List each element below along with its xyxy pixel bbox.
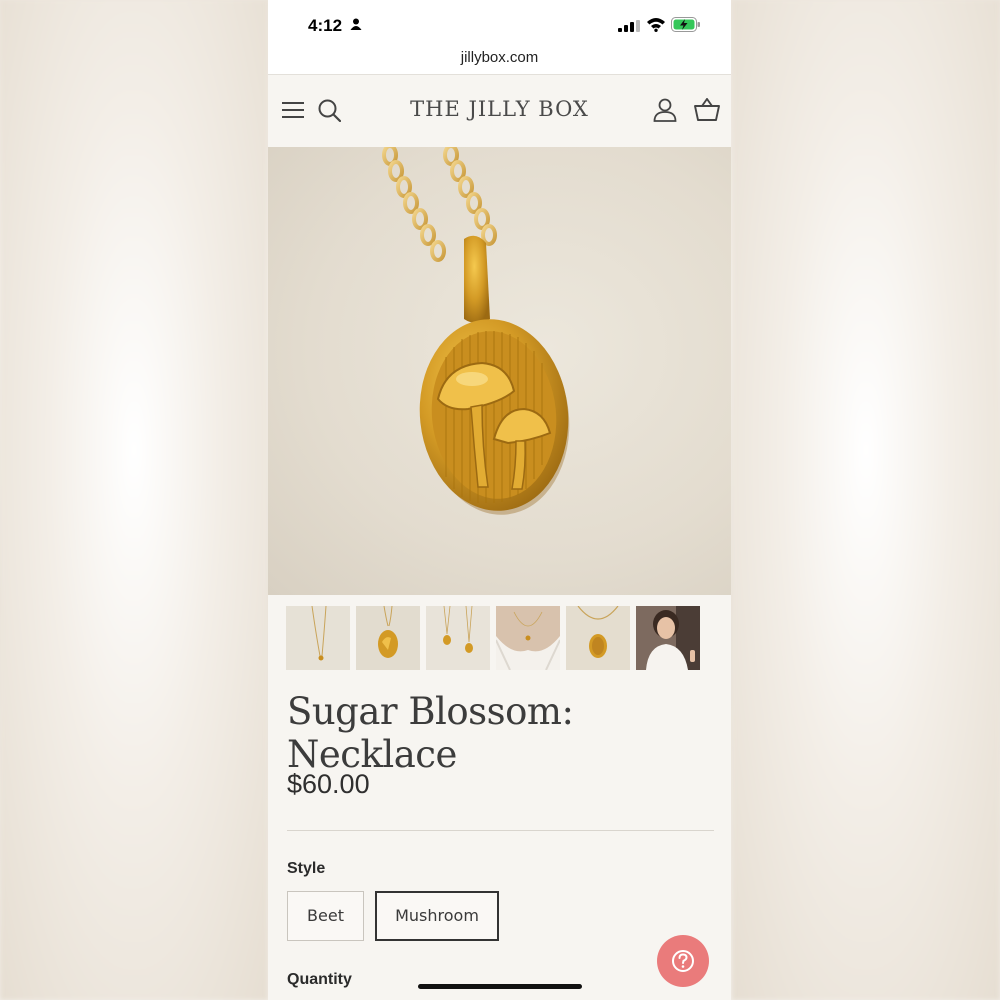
style-label: Style	[287, 860, 326, 877]
signal-icon	[618, 20, 640, 32]
blurred-backdrop-right	[732, 0, 1000, 1000]
thumb-model-portrait	[636, 606, 700, 670]
site-header: THE JILLY BOX	[268, 75, 731, 147]
thumb-long-chain	[286, 606, 350, 670]
question-icon	[672, 950, 694, 972]
status-bar: 4:12	[268, 0, 731, 44]
thumb-worn-on-model	[496, 606, 560, 670]
thumbnail-3[interactable]	[426, 606, 490, 670]
status-time: 4:12	[308, 16, 343, 35]
phone-screen: 4:12 jillybox.com THE JILLY BOX Sugar Bl…	[268, 0, 731, 1000]
style-option-mushroom[interactable]: Mushroom	[375, 891, 499, 941]
quantity-label: Quantity	[287, 971, 352, 988]
thumbnail-1[interactable]	[286, 606, 350, 670]
product-price: $60.00	[287, 769, 370, 799]
product-main-image[interactable]	[268, 144, 731, 595]
help-button[interactable]	[657, 935, 709, 987]
cart-icon[interactable]	[694, 98, 720, 122]
thumbnail-4[interactable]	[496, 606, 560, 670]
pendant-photo	[382, 144, 570, 515]
style-option-beet[interactable]: Beet	[287, 891, 364, 941]
url-text: jillybox.com	[460, 49, 539, 66]
divider	[287, 830, 714, 831]
wifi-icon	[647, 18, 665, 32]
thumb-pendant-closeup	[356, 606, 420, 670]
thumb-pendant-on-chain	[566, 606, 630, 670]
thumbnail-5[interactable]	[566, 606, 630, 670]
thumbnail-2[interactable]	[356, 606, 420, 670]
blurred-backdrop-left	[0, 0, 268, 1000]
browser-url-bar[interactable]: jillybox.com	[268, 44, 731, 75]
account-icon[interactable]	[653, 98, 677, 122]
product-title: Sugar Blossom: Necklace	[287, 690, 574, 776]
home-indicator[interactable]	[418, 984, 582, 989]
thumb-two-pendants	[426, 606, 490, 670]
person-icon	[350, 18, 362, 30]
thumbnail-strip	[286, 606, 716, 672]
battery-charging-icon	[671, 17, 700, 32]
thumbnail-6[interactable]	[636, 606, 700, 670]
